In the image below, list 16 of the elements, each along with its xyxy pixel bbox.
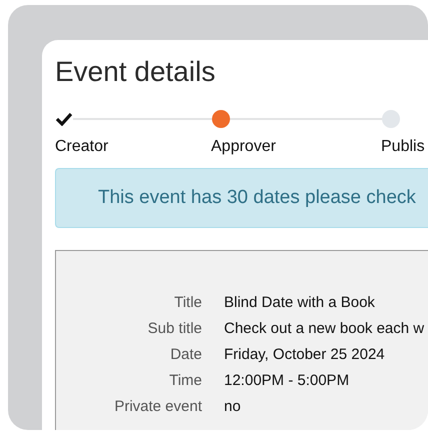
- step-label: Approver: [211, 138, 276, 156]
- step-label: Creator: [55, 138, 108, 156]
- field-label: Time: [168, 372, 202, 388]
- field-label: Sub title: [146, 320, 202, 336]
- step-dot: [212, 110, 230, 128]
- step-label: Publis: [381, 138, 425, 156]
- info-alert: This event has 30 dates please check: [55, 168, 428, 228]
- field-value: Blind Date with a Book: [224, 294, 375, 310]
- field-value: Friday, October 25 2024: [224, 346, 385, 362]
- field-value: no: [224, 398, 241, 414]
- field-label: Date: [169, 346, 202, 362]
- field-label: Title: [173, 294, 202, 310]
- field-value: Check out a new book each w: [224, 320, 424, 336]
- field-value: 12:00PM - 5:00PM: [224, 372, 350, 388]
- field-label: Private event: [113, 398, 202, 414]
- page-title: Event details: [55, 55, 216, 89]
